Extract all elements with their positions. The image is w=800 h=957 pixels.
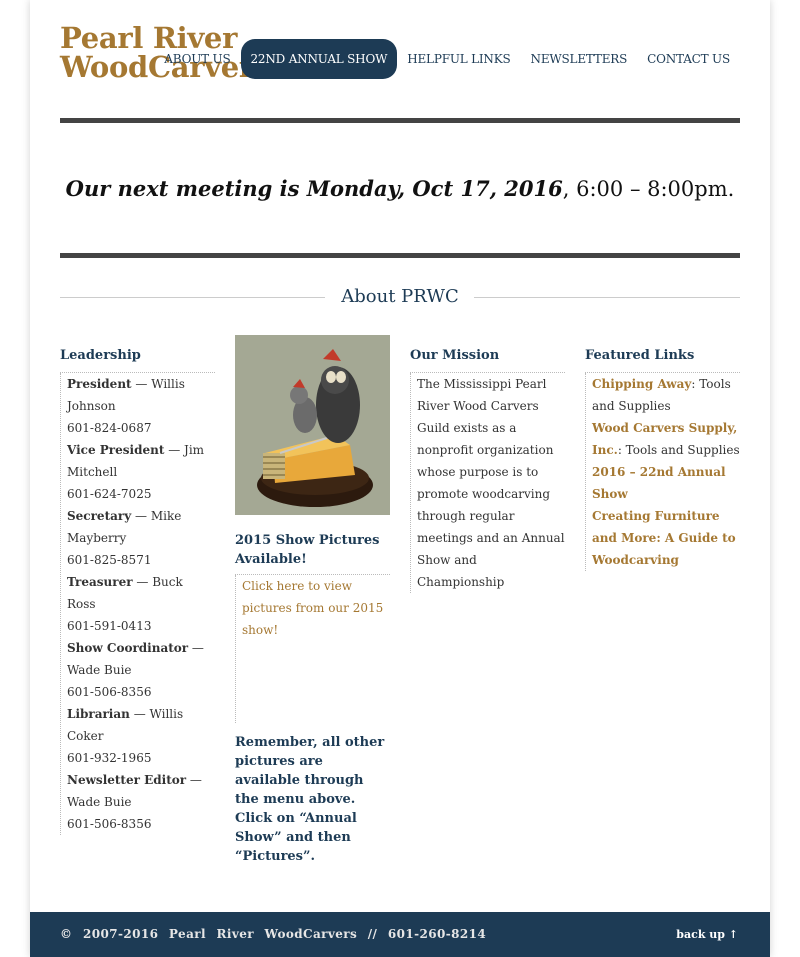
leadership-phone: 601-506-8356	[67, 817, 152, 831]
meeting-time: , 6:00 – 8:00pm.	[562, 177, 735, 201]
about-title: About PRWC	[341, 286, 459, 307]
back-up-link[interactable]: back up ↑	[676, 912, 738, 957]
pictures-note: Remember, all other pictures are availab…	[235, 735, 385, 864]
featured-link-item: Chipping Away: Tools and Supplies	[592, 373, 740, 417]
featured-links-list: Chipping Away: Tools and Supplies Wood C…	[585, 373, 740, 571]
leadership-entry: President — Willis Johnson	[67, 373, 215, 417]
featured-link-furniture-guide[interactable]: Creating Furniture and More: A Guide to …	[592, 509, 736, 567]
featured-link-item: Wood Carvers Supply, Inc.: Tools and Sup…	[592, 417, 740, 461]
page-container: Pearl River WoodCarvers ABOUT US 22ND AN…	[30, 0, 770, 957]
meeting-date: Our next meeting is Monday, Oct 17, 2016	[65, 176, 563, 201]
leadership-phone: 601-506-8356	[67, 685, 152, 699]
leadership-entry: Librarian — Willis Coker	[67, 703, 215, 747]
nav-about-us[interactable]: ABOUT US	[154, 39, 240, 79]
featured-link-annual-show[interactable]: 2016 – 22nd Annual Show	[592, 465, 726, 501]
mission-body: The Mississippi Pearl River Wood Carvers…	[410, 373, 565, 593]
leadership-entry: Newsletter Editor — Wade Buie	[67, 769, 215, 813]
leadership-role: President	[67, 377, 132, 391]
nav-annual-show[interactable]: 22ND ANNUAL SHOW	[240, 39, 398, 79]
leadership-entry: Secretary — Mike Mayberry	[67, 505, 215, 549]
leadership-phone: 601-824-0687	[67, 421, 152, 435]
show-pictures-link[interactable]: Click here to view pictures from our 201…	[242, 575, 390, 641]
divider-top	[60, 118, 740, 123]
woodcarving-photo[interactable]	[235, 335, 390, 515]
about-section-title: About PRWC	[60, 283, 740, 311]
leadership-entry: Treasurer — Buck Ross	[67, 571, 215, 615]
leadership-role: Show Coordinator	[67, 641, 189, 655]
leadership-phone: 601-825-8571	[67, 553, 152, 567]
leadership-entry: Show Coordinator — Wade Buie	[67, 637, 215, 681]
footer-copyright: © 2007-2016 Pearl River WoodCarvers // 6…	[60, 927, 487, 941]
leadership-role: Newsletter Editor	[67, 773, 187, 787]
nav-contact-us[interactable]: CONTACT US	[637, 39, 740, 79]
leadership-column: Leadership President — Willis Johnson 601…	[60, 345, 215, 835]
mission-heading: Our Mission	[410, 345, 565, 373]
featured-link-chipping-away[interactable]: Chipping Away	[592, 377, 691, 391]
show-pictures-column: 2015 Show Pictures Available! Click here…	[235, 335, 390, 866]
site-footer: © 2007-2016 Pearl River WoodCarvers // 6…	[30, 912, 770, 957]
leadership-phone: 601-624-7025	[67, 487, 152, 501]
featured-link-item: Creating Furniture and More: A Guide to …	[592, 505, 740, 571]
divider-bottom	[60, 253, 740, 258]
woodcarving-image	[235, 335, 390, 515]
featured-links-column: Featured Links Chipping Away: Tools and …	[585, 345, 740, 571]
meeting-announcement: Our next meeting is Monday, Oct 17, 2016…	[60, 176, 740, 201]
leadership-role: Librarian	[67, 707, 130, 721]
show-pictures-body: Click here to view pictures from our 201…	[235, 575, 390, 723]
leadership-list: President — Willis Johnson 601-824-0687 Vi…	[60, 373, 215, 835]
featured-link-item: 2016 – 22nd Annual Show	[592, 461, 740, 505]
leadership-role: Treasurer	[67, 575, 133, 589]
nav-helpful-links[interactable]: HELPFUL LINKS	[397, 39, 520, 79]
leadership-role: Secretary	[67, 509, 132, 523]
leadership-heading: Leadership	[60, 345, 215, 373]
show-pictures-heading: 2015 Show Pictures Available!	[235, 515, 390, 575]
mission-text: The Mississippi Pearl River Wood Carvers…	[417, 377, 565, 589]
site-header: Pearl River WoodCarvers ABOUT US 22ND AN…	[60, 24, 740, 94]
leadership-entry: Vice President — Jim Mitchell	[67, 439, 215, 483]
featured-link-desc: : Tools and Supplies	[617, 443, 740, 457]
leadership-phone: 601-591-0413	[67, 619, 152, 633]
mission-column: Our Mission The Mississippi Pearl River …	[410, 345, 565, 593]
nav-newsletters[interactable]: NEWSLETTERS	[521, 39, 638, 79]
leadership-role: Vice President	[67, 443, 165, 457]
leadership-phone: 601-932-1965	[67, 751, 152, 765]
main-nav: ABOUT US 22ND ANNUAL SHOW HELPFUL LINKS …	[154, 39, 740, 79]
featured-links-heading: Featured Links	[585, 345, 740, 373]
